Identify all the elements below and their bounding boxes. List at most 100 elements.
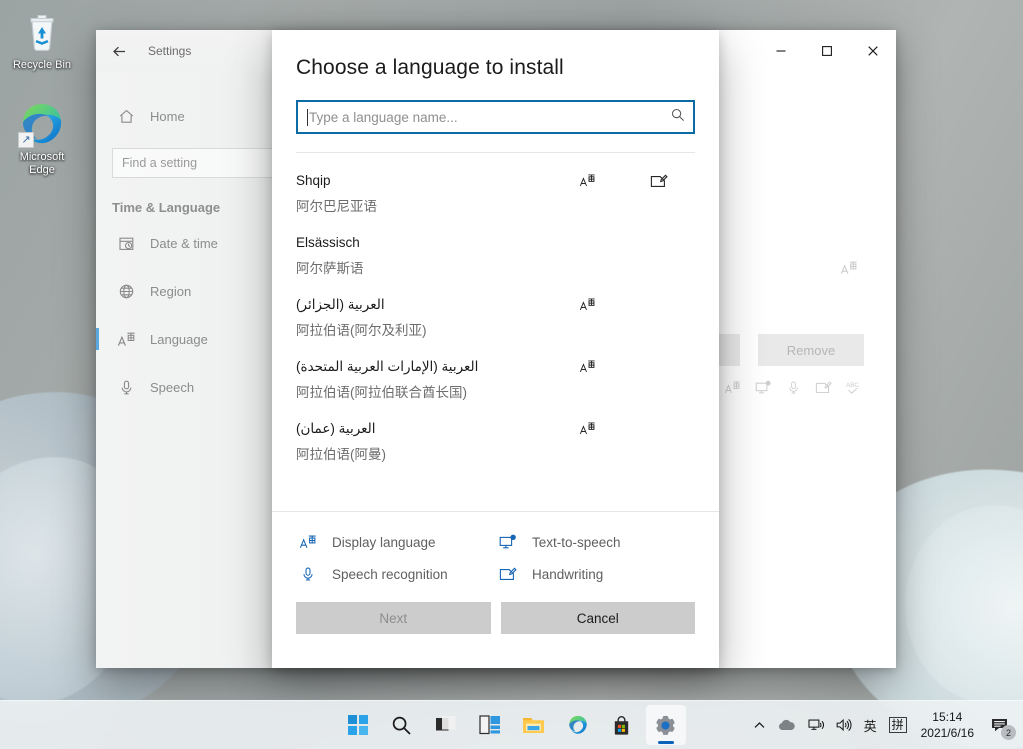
svg-text:ABC: ABC bbox=[846, 382, 859, 389]
language-feature-icons bbox=[551, 421, 695, 436]
wallpaper-petal-right-inner bbox=[905, 505, 1023, 705]
sidebar-item-date-and-time[interactable]: Date & time bbox=[96, 223, 296, 263]
next-button[interactable]: Next bbox=[296, 602, 491, 634]
handwriting-icon bbox=[815, 380, 832, 400]
dialog-title: Choose a language to install bbox=[296, 56, 695, 80]
titlebar-left-section: Settings bbox=[96, 30, 296, 72]
display-language-icon bbox=[840, 260, 858, 281]
spellcheck-icon: ABC bbox=[846, 380, 864, 400]
microsoft-store-button[interactable] bbox=[602, 705, 642, 745]
show-hidden-icons-button[interactable] bbox=[747, 707, 772, 743]
language-localized-name: 阿拉伯语(阿曼) bbox=[296, 445, 695, 465]
language-localized-name: 阿尔巴尼亚语 bbox=[296, 197, 695, 217]
microphone-icon bbox=[114, 379, 138, 396]
language-list-item[interactable]: Shqip阿尔巴尼亚语 bbox=[272, 163, 719, 225]
language-feature-icons: ABC bbox=[724, 380, 864, 400]
desktop[interactable]: Recycle Bin ↗ Microsoft Edge bbox=[0, 0, 1023, 749]
handwriting-icon bbox=[623, 173, 695, 189]
sidebar-item-label: Region bbox=[150, 284, 191, 299]
notifications-button[interactable]: 2 bbox=[982, 707, 1017, 743]
search-button[interactable] bbox=[382, 705, 422, 745]
display-language-icon bbox=[551, 297, 623, 312]
home-icon bbox=[114, 108, 138, 125]
sidebar-item-label: Speech bbox=[150, 380, 194, 395]
settings-window-title: Settings bbox=[148, 44, 191, 58]
language-feature-icons bbox=[551, 359, 695, 374]
legend-label: Speech recognition bbox=[332, 567, 448, 582]
sidebar-item-label: Home bbox=[150, 109, 185, 124]
choose-language-dialog[interactable]: Choose a language to install Type a lang… bbox=[272, 30, 719, 668]
taskbar-pinned-apps bbox=[338, 705, 686, 745]
dialog-header: Choose a language to install Type a lang… bbox=[272, 30, 719, 153]
back-button[interactable] bbox=[96, 30, 142, 72]
language-search-input[interactable]: Type a language name... bbox=[296, 100, 695, 134]
widgets-button[interactable] bbox=[470, 705, 510, 745]
network-icon[interactable] bbox=[802, 707, 830, 743]
sidebar-item-label: Language bbox=[150, 332, 208, 347]
sidebar-item-region[interactable]: Region bbox=[96, 271, 296, 311]
volume-icon[interactable] bbox=[830, 707, 858, 743]
language-list-item[interactable]: العربية (عمان)阿拉伯语(阿曼) bbox=[272, 411, 719, 473]
feature-legend: Display language Text-to-speech bbox=[272, 512, 719, 594]
maximize-button[interactable] bbox=[804, 30, 850, 72]
microsoft-edge-button[interactable] bbox=[558, 705, 598, 745]
language-list-item[interactable]: العربية (الإمارات العربية المتحدة)阿拉伯语(阿… bbox=[272, 349, 719, 411]
legend-item-text-to-speech: Text-to-speech bbox=[496, 534, 695, 550]
desktop-icon-label: Recycle Bin bbox=[2, 59, 82, 72]
language-feature-icons bbox=[551, 297, 695, 312]
ime-language-indicator[interactable]: 英 bbox=[858, 707, 883, 743]
sidebar-item-home[interactable]: Home bbox=[96, 96, 296, 136]
display-language-icon bbox=[551, 359, 623, 374]
display-language-icon bbox=[551, 173, 623, 188]
file-explorer-button[interactable] bbox=[514, 705, 554, 745]
settings-button[interactable] bbox=[646, 705, 686, 745]
language-list-item[interactable]: العربية (الجزائر)阿拉伯语(阿尔及利亚) bbox=[272, 287, 719, 349]
legend-item-display-language: Display language bbox=[296, 534, 496, 550]
desktop-icon-recycle-bin[interactable]: Recycle Bin bbox=[2, 8, 82, 72]
start-button[interactable] bbox=[338, 705, 378, 745]
recycle-bin-icon bbox=[18, 8, 66, 56]
cancel-button[interactable]: Cancel bbox=[501, 602, 696, 634]
settings-sidebar[interactable]: Home Find a setting Time & Language Date… bbox=[96, 72, 296, 668]
sidebar-item-speech[interactable]: Speech bbox=[96, 367, 296, 407]
ime-mode-indicator[interactable]: 拼 bbox=[883, 707, 913, 743]
language-localized-name: 阿拉伯语(阿拉伯联合酋长国) bbox=[296, 383, 695, 403]
language-localized-name: 阿拉伯语(阿尔及利亚) bbox=[296, 321, 695, 341]
close-button[interactable] bbox=[850, 30, 896, 72]
legend-label: Text-to-speech bbox=[532, 535, 621, 550]
taskbar[interactable]: 英 拼 15:14 2021/6/16 2 bbox=[0, 700, 1023, 749]
speech-recognition-icon bbox=[296, 566, 320, 582]
language-list-item[interactable]: Elsässisch 阿尔萨斯语 bbox=[272, 225, 719, 287]
system-tray[interactable]: 英 拼 15:14 2021/6/16 2 bbox=[747, 701, 1023, 749]
sidebar-group-title: Time & Language bbox=[112, 200, 296, 215]
onedrive-icon[interactable] bbox=[772, 707, 802, 743]
language-localized-name: 阿尔萨斯语 bbox=[296, 259, 695, 279]
legend-label: Handwriting bbox=[532, 567, 603, 582]
display-language-icon bbox=[551, 421, 623, 436]
language-search-placeholder: Type a language name... bbox=[309, 110, 671, 125]
language-feature-icons bbox=[551, 173, 695, 189]
sidebar-item-language[interactable]: Language bbox=[96, 319, 296, 359]
text-to-speech-icon bbox=[496, 534, 520, 550]
notification-count-badge: 2 bbox=[1001, 725, 1016, 740]
sidebar-item-label: Date & time bbox=[150, 236, 218, 251]
find-a-setting-input[interactable]: Find a setting bbox=[112, 148, 282, 178]
clock[interactable]: 15:14 2021/6/16 bbox=[913, 709, 982, 741]
search-icon[interactable] bbox=[671, 108, 685, 127]
dialog-footer: Next Cancel bbox=[272, 594, 719, 668]
language-native-name: Elsässisch bbox=[296, 233, 695, 253]
microsoft-edge-icon: ↗ bbox=[18, 100, 66, 148]
minimize-button[interactable] bbox=[758, 30, 804, 72]
speech-recognition-icon bbox=[786, 380, 801, 400]
text-to-speech-icon bbox=[755, 380, 772, 400]
language-list[interactable]: Shqip阿尔巴尼亚语 Elsässisch 阿尔萨斯语 العربية (الجزا… bbox=[272, 153, 719, 511]
desktop-icon-microsoft-edge[interactable]: ↗ Microsoft Edge bbox=[2, 100, 82, 177]
text-caret bbox=[307, 109, 308, 126]
remove-button[interactable]: Remove bbox=[758, 334, 864, 366]
legend-label: Display language bbox=[332, 535, 436, 550]
display-language-icon bbox=[296, 534, 320, 550]
date-time-icon bbox=[114, 235, 138, 252]
legend-item-handwriting: Handwriting bbox=[496, 566, 695, 582]
task-view-button[interactable] bbox=[426, 705, 466, 745]
clock-time: 15:14 bbox=[921, 709, 974, 725]
